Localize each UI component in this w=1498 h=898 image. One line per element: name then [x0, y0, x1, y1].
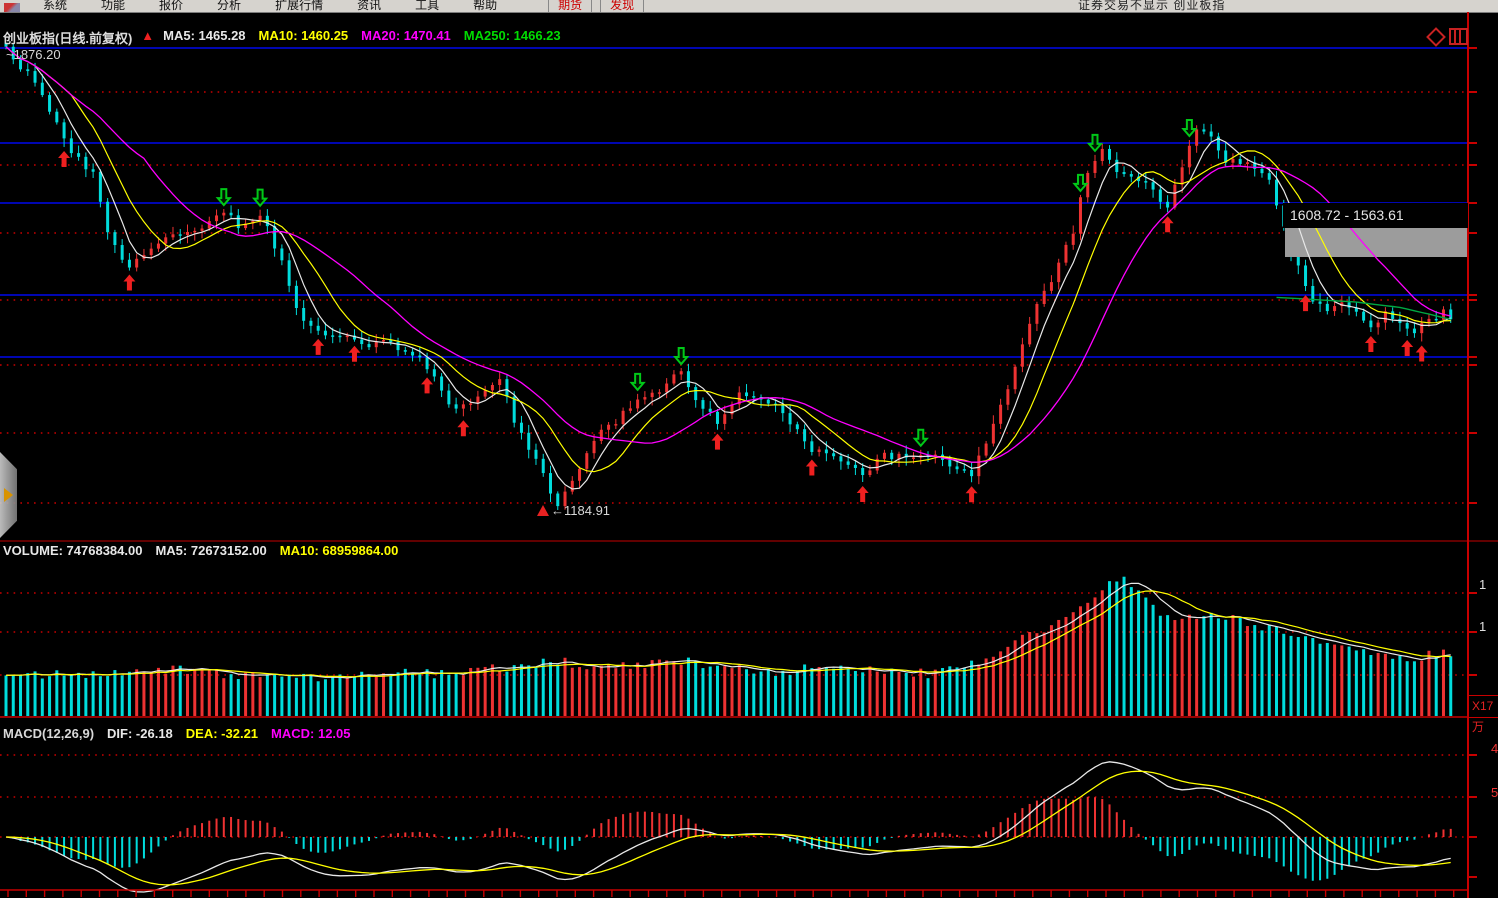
expand-right-arrow-icon	[4, 488, 13, 502]
buy-signal-arrow	[1365, 336, 1377, 352]
indicator-value: MA5: 1465.28	[163, 28, 245, 47]
ma-lines-layer	[6, 47, 1451, 489]
low-price-label: ←1184.91	[551, 503, 610, 518]
buy-signal-arrow	[421, 377, 433, 393]
buy-signal-arrow	[1300, 295, 1312, 311]
indicator-value: MACD: 12.05	[271, 726, 350, 741]
sell-signal-arrow	[1074, 175, 1086, 191]
volume-axis-label-clipped: 1	[1479, 619, 1486, 634]
sell-signal-arrow	[675, 348, 687, 364]
low-triangle-icon	[537, 505, 549, 516]
indicator-value: DEA: -32.21	[186, 726, 258, 741]
buy-signal-arrow	[857, 486, 869, 502]
kline-chart-canvas[interactable]	[0, 0, 1498, 898]
macd-axis-label-clipped: 4	[1491, 741, 1498, 756]
buy-signal-arrow	[806, 460, 818, 476]
buy-signal-arrow	[1416, 345, 1428, 361]
buy-signal-arrow	[312, 339, 324, 355]
indicator-value: MACD(12,26,9)	[3, 726, 94, 741]
buy-signal-arrow	[711, 434, 723, 450]
indicator-value: MA5: 72673152.00	[155, 543, 266, 558]
macd-axis-label-clipped: 5	[1491, 785, 1498, 800]
indicator-value: DIF: -26.18	[107, 726, 173, 741]
high-price-label: ~1876.20	[6, 47, 61, 62]
trend-up-arrow-icon: ▲	[141, 28, 154, 47]
ma-indicator-values: MA5: 1465.28 MA10: 1460.25 MA20: 1470.41 MA…	[163, 28, 560, 47]
volume-axis-label-clipped: 1	[1479, 577, 1486, 592]
buy-signal-arrow	[348, 346, 360, 362]
indicator-value: VOLUME: 74768384.00	[3, 543, 142, 558]
range-selection-box	[1285, 227, 1468, 257]
buy-signal-arrow	[457, 420, 469, 436]
sell-signal-arrow	[1089, 135, 1101, 151]
indicator-value: MA10: 1460.25	[259, 28, 349, 47]
sell-signal-arrow	[1183, 120, 1195, 136]
macd-lines-layer	[6, 762, 1451, 892]
symbol-title: 创业板指(日线.前复权)	[3, 28, 132, 47]
sell-signal-arrow	[632, 374, 644, 390]
indicator-value: MA10: 68959864.00	[280, 543, 399, 558]
volume-bars-layer	[5, 577, 1453, 716]
macd-header: MACD(12,26,9) DIF: -26.18 DEA: -32.21 MACD:…	[3, 726, 351, 741]
sell-signal-arrow	[915, 430, 927, 446]
low-price-marker: ←1184.91	[537, 503, 610, 518]
buy-signal-arrow	[1401, 340, 1413, 356]
signal-arrows-layer	[58, 120, 1428, 502]
macd-histogram-layer	[6, 797, 1451, 881]
indicator-value: MA20: 1470.41	[361, 28, 451, 47]
main-chart-header: 创业板指(日线.前复权) ▲ MA5: 1465.28 MA10: 1460.25…	[3, 28, 561, 47]
range-stat-tooltip: 1608.72 - 1563.61	[1283, 203, 1468, 228]
buy-signal-arrow	[123, 275, 135, 291]
tdx-app-window: 系统功能报价分析扩展行情资讯工具帮助 期货发现 证券交易不显示 创业板指 创业板…	[0, 0, 1498, 898]
indicator-value: MA250: 1466.23	[464, 28, 561, 47]
buy-signal-arrow	[1162, 216, 1174, 232]
buy-signal-arrow	[966, 486, 978, 502]
candles-layer	[5, 43, 1453, 510]
axes-layer	[0, 12, 1498, 898]
split-window-icon[interactable]	[1449, 28, 1468, 45]
volume-axis-unit-label: X17万	[1468, 695, 1498, 718]
volume-header: VOLUME: 74768384.00 MA5: 72673152.00 MA10:…	[3, 543, 398, 558]
